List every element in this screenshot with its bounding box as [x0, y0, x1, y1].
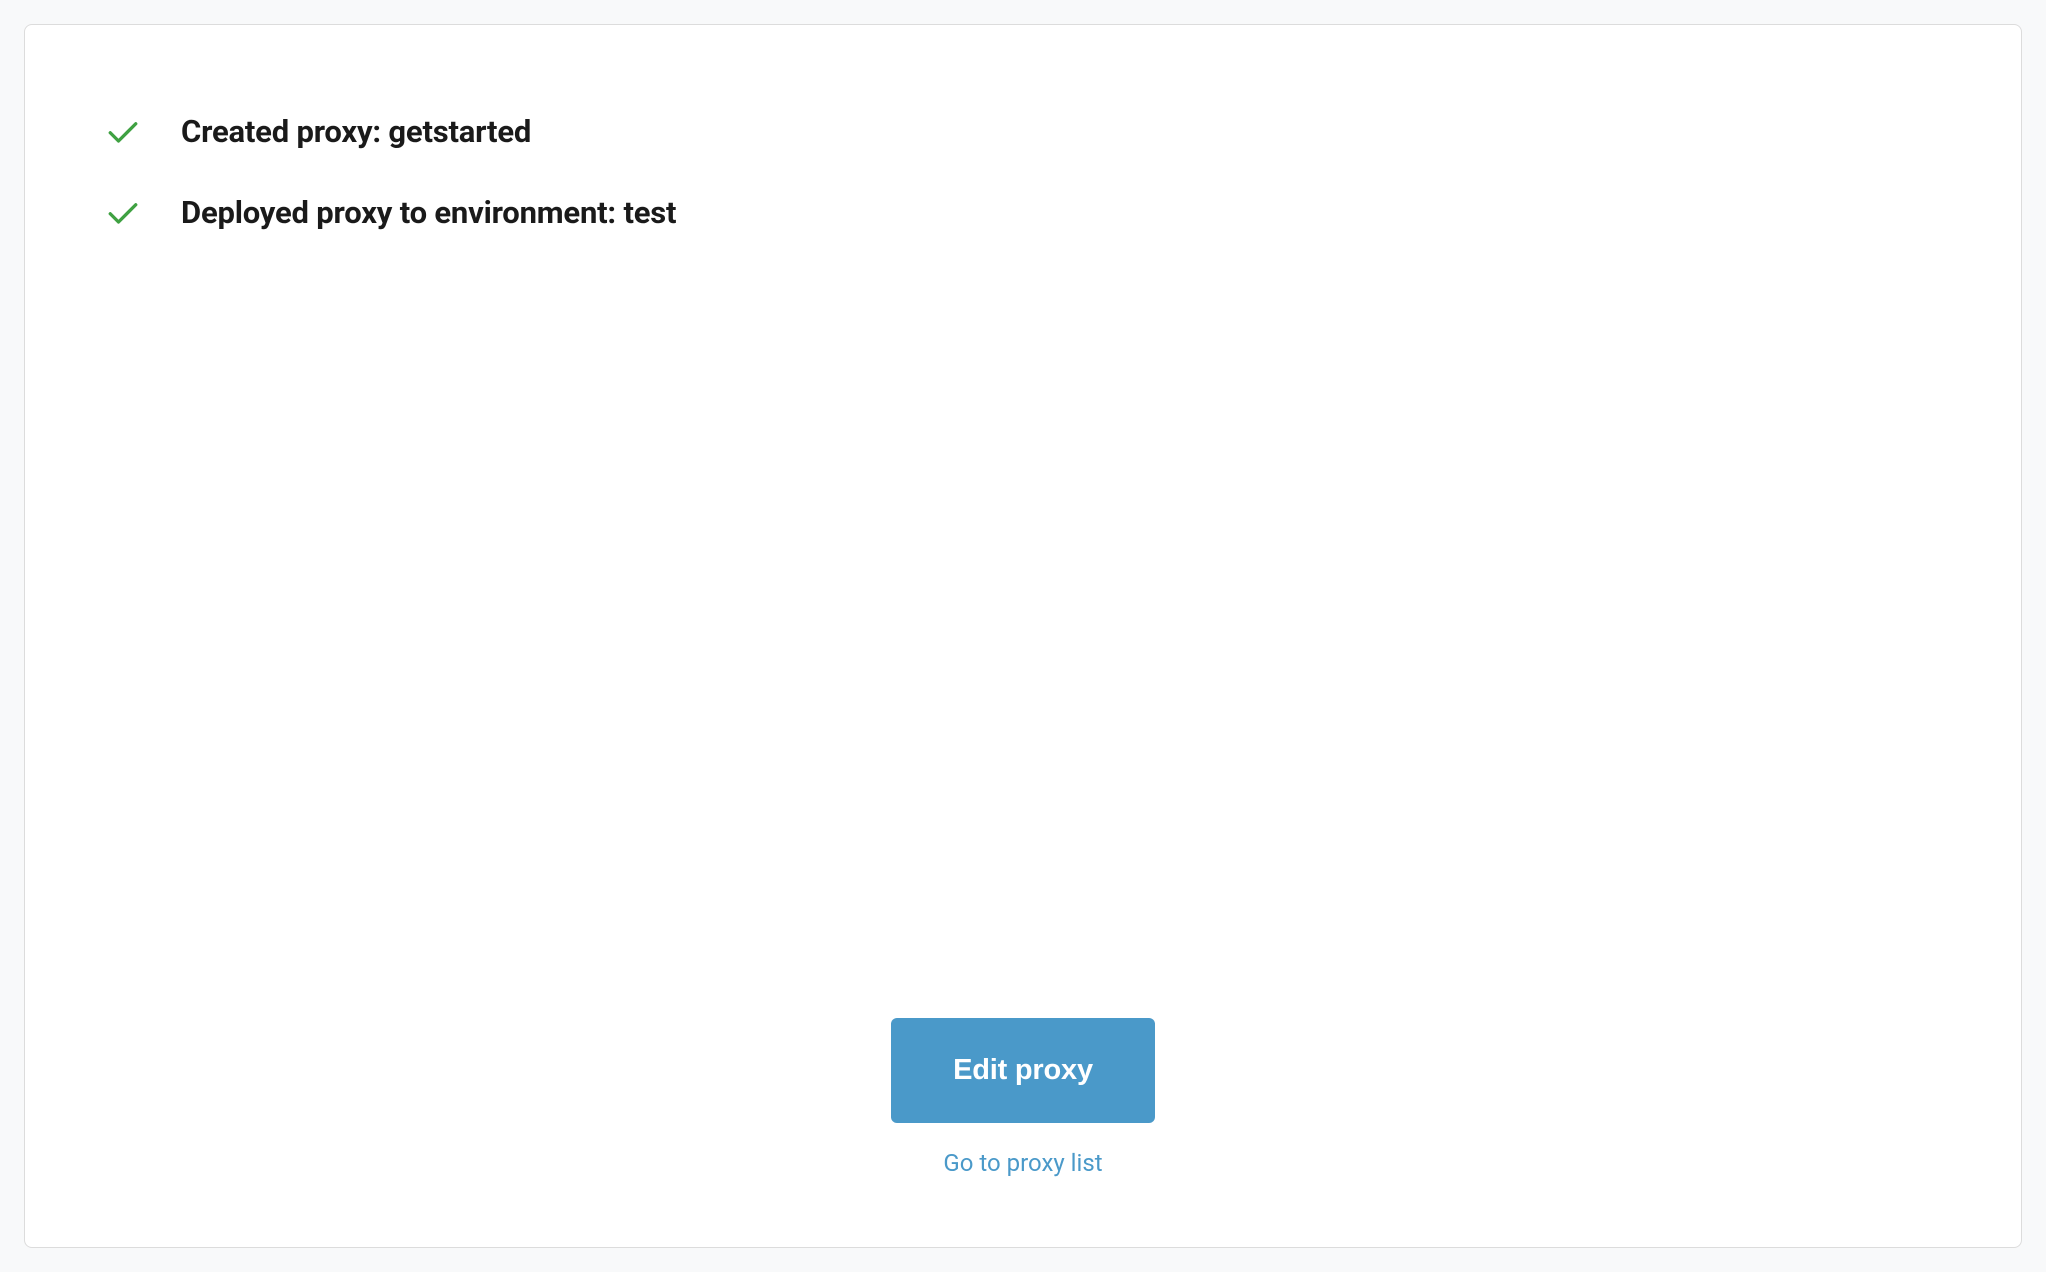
status-panel: Created proxy: getstarted Deployed proxy… [24, 24, 2022, 1248]
status-message: Deployed proxy to environment: test [181, 194, 676, 231]
status-row: Created proxy: getstarted [105, 113, 1941, 150]
status-row: Deployed proxy to environment: test [105, 194, 1941, 231]
check-icon [105, 114, 141, 150]
edit-proxy-button[interactable]: Edit proxy [891, 1018, 1155, 1123]
check-icon [105, 195, 141, 231]
status-message: Created proxy: getstarted [181, 113, 531, 150]
status-list: Created proxy: getstarted Deployed proxy… [105, 113, 1941, 231]
go-to-proxy-list-link[interactable]: Go to proxy list [943, 1149, 1102, 1177]
action-container: Edit proxy Go to proxy list [25, 1018, 2021, 1177]
